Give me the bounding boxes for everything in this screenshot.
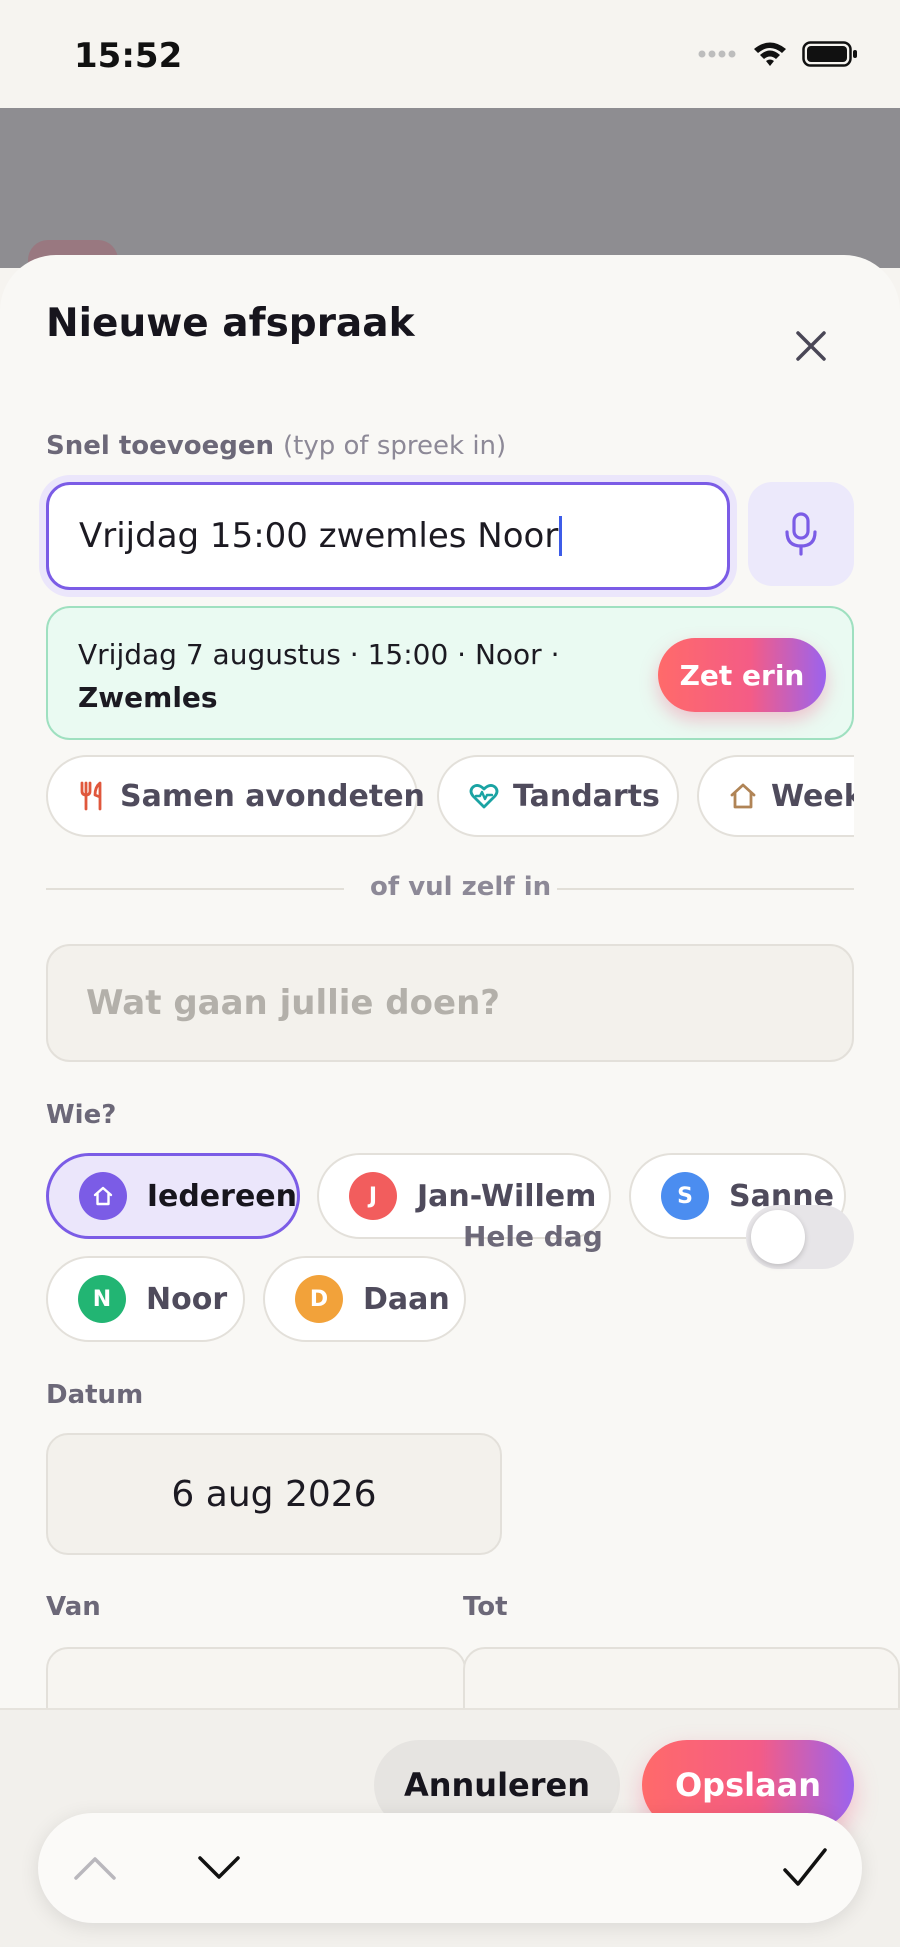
next-field-button[interactable] bbox=[184, 1835, 254, 1901]
divider-text: of vul zelf in bbox=[370, 872, 552, 902]
quick-add-hint: (typ of spreek in) bbox=[283, 431, 507, 461]
quick-add-value: Vrijdag 15:00 zwemles Noor bbox=[79, 516, 559, 556]
home-icon bbox=[730, 783, 756, 809]
all-day-toggle[interactable] bbox=[746, 1205, 854, 1269]
battery-icon bbox=[802, 41, 857, 67]
previous-field-button[interactable] bbox=[60, 1835, 130, 1901]
person-name: Noor bbox=[146, 1281, 228, 1317]
template-chips: Samen avondeten Tandarts Weekend bbox=[46, 755, 854, 839]
status-bar: 15:52 bbox=[0, 0, 900, 108]
apply-suggestion-button[interactable]: Zet erin bbox=[658, 638, 826, 712]
date-value: 6 aug 2026 bbox=[171, 1473, 377, 1515]
quick-add-label-text: Snel toevoegen bbox=[46, 431, 274, 461]
parsed-suggestion-card: Vrijdag 7 augustus · 15:00 · Noor · Zwem… bbox=[46, 606, 854, 740]
who-label: Wie? bbox=[46, 1100, 117, 1130]
new-appointment-sheet: Nieuwe afspraak Snel toevoegen (typ of s… bbox=[0, 255, 900, 1947]
microphone-button[interactable] bbox=[748, 482, 854, 586]
avatar: N bbox=[78, 1275, 126, 1323]
from-label: Van bbox=[46, 1592, 101, 1622]
template-chip-dinner[interactable]: Samen avondeten bbox=[46, 755, 425, 837]
avatar bbox=[79, 1172, 127, 1220]
microphone-icon bbox=[785, 512, 817, 556]
date-label: Datum bbox=[46, 1380, 144, 1410]
divider-line-left bbox=[46, 888, 344, 890]
suggestion-details: Vrijdag 7 augustus · 15:00 · Noor · bbox=[78, 638, 560, 671]
template-chip-label: Weekend bbox=[771, 778, 854, 814]
activity-placeholder: Wat gaan jullie doen? bbox=[86, 983, 500, 1023]
activity-input[interactable]: Wat gaan jullie doen? bbox=[46, 944, 854, 1062]
person-name: Iedereen bbox=[146, 1178, 297, 1214]
dimmed-background bbox=[0, 108, 900, 268]
home-icon bbox=[93, 1186, 113, 1206]
template-chip-label: Samen avondeten bbox=[120, 778, 425, 814]
chevron-up-icon bbox=[74, 1857, 116, 1880]
toggle-knob bbox=[751, 1210, 805, 1264]
person-chip-everyone[interactable]: Iedereen bbox=[46, 1153, 300, 1239]
person-name: Daan bbox=[363, 1281, 450, 1317]
person-chip-daan[interactable]: D Daan bbox=[263, 1256, 466, 1342]
template-chip-dentist[interactable]: Tandarts bbox=[437, 755, 679, 837]
heart-pulse-icon bbox=[469, 784, 499, 809]
checkmark-icon bbox=[783, 1848, 827, 1886]
template-chip-label: Tandarts bbox=[513, 778, 660, 814]
quick-add-label: Snel toevoegen (typ of spreek in) bbox=[46, 431, 506, 461]
done-button[interactable] bbox=[770, 1835, 840, 1901]
utensils-icon bbox=[80, 781, 102, 811]
quick-add-input[interactable]: Vrijdag 15:00 zwemles Noor bbox=[46, 482, 730, 590]
suggestion-title: Zwemles bbox=[78, 681, 218, 714]
avatar: J bbox=[349, 1172, 397, 1220]
status-icons bbox=[698, 40, 858, 68]
wifi-icon bbox=[754, 42, 786, 66]
divider-line-right bbox=[557, 888, 854, 890]
person-chip-noor[interactable]: N Noor bbox=[46, 1256, 245, 1342]
to-label: Tot bbox=[463, 1592, 508, 1622]
date-picker[interactable]: 6 aug 2026 bbox=[46, 1433, 502, 1555]
avatar: D bbox=[295, 1275, 343, 1323]
sheet-title: Nieuwe afspraak bbox=[46, 301, 415, 346]
all-day-label: Hele dag bbox=[463, 1220, 603, 1253]
close-button[interactable] bbox=[786, 321, 836, 371]
text-caret bbox=[559, 516, 563, 556]
person-name: Jan-Willem bbox=[417, 1178, 597, 1214]
template-chip-weekend[interactable]: Weekend bbox=[697, 755, 854, 837]
close-icon bbox=[796, 331, 826, 361]
status-time: 15:52 bbox=[74, 36, 183, 76]
avatar: S bbox=[661, 1172, 709, 1220]
cellular-signal-icon bbox=[698, 50, 736, 58]
keyboard-toolbar bbox=[38, 1813, 862, 1923]
chevron-down-icon bbox=[198, 1856, 240, 1879]
